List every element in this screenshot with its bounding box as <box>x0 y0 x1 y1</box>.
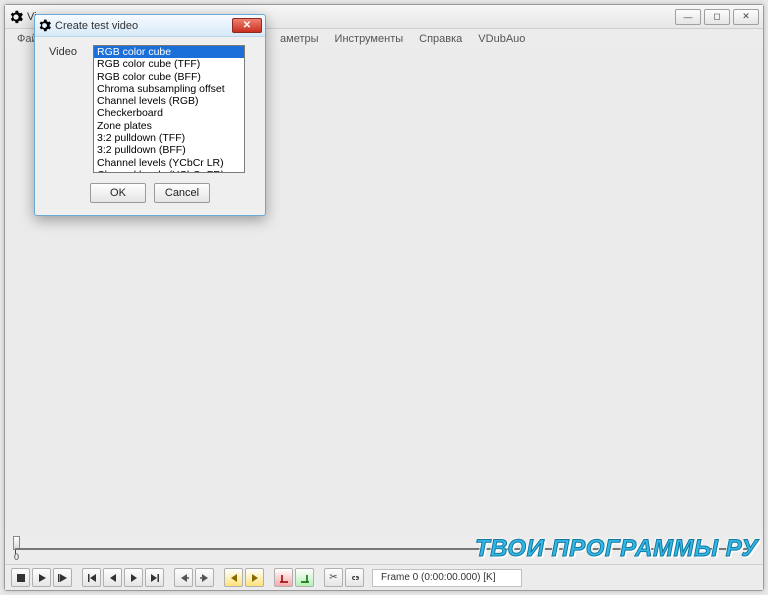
key-next-button[interactable] <box>195 568 214 587</box>
app-gear-icon <box>9 10 23 24</box>
scene-next-button[interactable] <box>245 568 264 587</box>
dialog-titlebar[interactable]: Create test video ✕ <box>35 15 265 37</box>
listbox-option[interactable]: Channel levels (YCbCr LR) <box>94 157 244 169</box>
dialog-title: Create test video <box>55 20 138 32</box>
seekbar[interactable]: 0 <box>5 534 763 564</box>
link-button[interactable] <box>345 568 364 587</box>
mark-in-button[interactable] <box>274 568 293 587</box>
minimize-button[interactable]: — <box>675 9 701 25</box>
goto-start-button[interactable] <box>82 568 101 587</box>
close-button[interactable]: ✕ <box>733 9 759 25</box>
dialog-video-label: Video <box>49 45 83 173</box>
mark-out-button[interactable] <box>295 568 314 587</box>
dialog-close-button[interactable]: ✕ <box>232 18 262 33</box>
listbox-option[interactable]: 3:2 pulldown (BFF) <box>94 144 244 156</box>
listbox-option[interactable]: 3:2 pulldown (TFF) <box>94 132 244 144</box>
step-back-button[interactable] <box>103 568 122 587</box>
listbox-option[interactable]: Channel levels (RGB) <box>94 95 244 107</box>
listbox-option[interactable]: Chroma subsampling offset <box>94 83 244 95</box>
listbox-option[interactable]: Checkerboard <box>94 107 244 119</box>
listbox-option[interactable]: RGB color cube (TFF) <box>94 58 244 70</box>
menu-tools[interactable]: Инструменты <box>327 31 412 47</box>
play-out-button[interactable] <box>53 568 72 587</box>
key-prev-button[interactable] <box>174 568 193 587</box>
seek-label-start: 0 <box>14 552 19 562</box>
menu-vdubauo[interactable]: VDubAuo <box>470 31 533 47</box>
goto-end-button[interactable] <box>145 568 164 587</box>
listbox-option[interactable]: RGB color cube (BFF) <box>94 71 244 83</box>
menu-help[interactable]: Справка <box>411 31 470 47</box>
ok-button[interactable]: OK <box>90 183 146 203</box>
cancel-button[interactable]: Cancel <box>154 183 210 203</box>
maximize-button[interactable]: ◻ <box>704 9 730 25</box>
toolbar: Frame 0 (0:00:00.000) [K] <box>5 564 763 590</box>
video-type-listbox[interactable]: RGB color cubeRGB color cube (TFF)RGB co… <box>93 45 245 173</box>
step-fwd-button[interactable] <box>124 568 143 587</box>
dialog-gear-icon <box>38 19 51 32</box>
frame-status: Frame 0 (0:00:00.000) [K] <box>372 569 522 587</box>
menu-params[interactable]: аметры <box>272 31 327 47</box>
stop-button[interactable] <box>11 568 30 587</box>
listbox-option[interactable]: Zone plates <box>94 120 244 132</box>
cut-button[interactable] <box>324 568 343 587</box>
listbox-option[interactable]: Channel levels (YCbCr FR) <box>94 169 244 173</box>
play-in-button[interactable] <box>32 568 51 587</box>
listbox-option[interactable]: RGB color cube <box>94 46 244 58</box>
seek-track[interactable] <box>15 548 753 550</box>
create-test-video-dialog: Create test video ✕ Video RGB color cube… <box>34 14 266 216</box>
scene-prev-button[interactable] <box>224 568 243 587</box>
